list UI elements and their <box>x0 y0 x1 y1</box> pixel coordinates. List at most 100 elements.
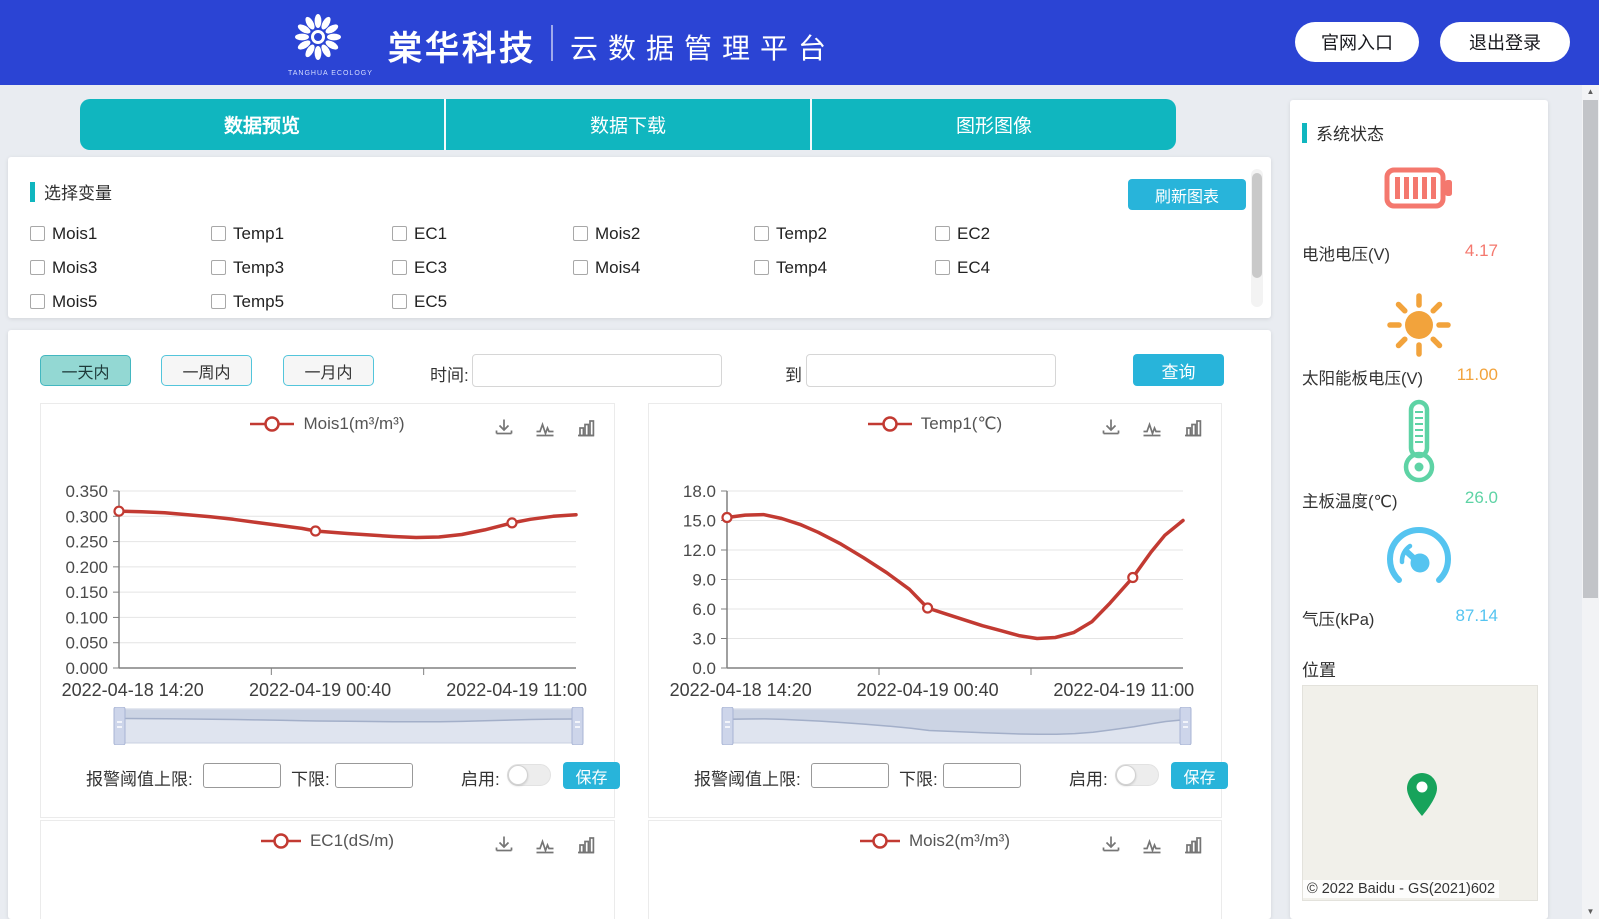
checkbox-icon[interactable] <box>392 294 407 309</box>
checkbox-icon[interactable] <box>935 226 950 241</box>
line-chart-mois1[interactable]: 0.0000.0500.1000.1500.2000.2500.3000.350… <box>41 444 616 719</box>
svg-text:6.0: 6.0 <box>692 600 716 619</box>
variable-checkbox-temp4[interactable]: Temp4 <box>754 257 935 278</box>
range-one-day-button[interactable]: 一天内 <box>40 355 131 386</box>
checkbox-icon[interactable] <box>392 260 407 275</box>
variable-checkbox-ec5[interactable]: EC5 <box>392 291 573 312</box>
query-button[interactable]: 查询 <box>1133 354 1224 386</box>
svg-text:2022-04-18 14:20: 2022-04-18 14:20 <box>670 680 812 700</box>
solar-voltage-row: 太阳能板电压(V) 11.00 <box>1302 365 1536 389</box>
enable-label: 启用: <box>461 765 500 790</box>
checkbox-icon[interactable] <box>935 260 950 275</box>
time-from-input[interactable] <box>472 354 722 387</box>
download-icon[interactable] <box>492 833 516 857</box>
time-to-input[interactable] <box>806 354 1056 387</box>
checkbox-label: Temp5 <box>233 292 284 312</box>
variable-checkbox-ec1[interactable]: EC1 <box>392 223 573 244</box>
checkbox-icon[interactable] <box>754 226 769 241</box>
variable-checkbox-mois1[interactable]: Mois1 <box>30 223 211 244</box>
bar-chart-icon[interactable] <box>574 416 598 440</box>
variable-checkbox-temp3[interactable]: Temp3 <box>211 257 392 278</box>
svg-text:2022-04-19 00:40: 2022-04-19 00:40 <box>857 680 999 700</box>
checkbox-label: Mois1 <box>52 224 97 244</box>
variables-scrollbar[interactable] <box>1251 169 1263 307</box>
download-icon[interactable] <box>492 416 516 440</box>
datazoom-slider[interactable] <box>721 707 1192 750</box>
chart-title: Mois2(m³/m³) <box>909 831 1010 851</box>
scroll-down-arrow[interactable]: ▼ <box>1582 905 1599 919</box>
variable-checkbox-ec4[interactable]: EC4 <box>935 257 1116 278</box>
tab-data-download[interactable]: 数据下载 <box>444 99 810 150</box>
app: TANGHUA ECOLOGY 棠华科技 云数据管理平台 官网入口 退出登录 数… <box>0 0 1599 919</box>
bar-chart-icon[interactable] <box>1181 416 1205 440</box>
variable-checkbox-mois5[interactable]: Mois5 <box>30 291 211 312</box>
map-attribution: © 2022 Baidu - GS(2021)602 <box>1303 880 1499 898</box>
line-chart-icon[interactable] <box>533 416 557 440</box>
variable-checkbox-ec2[interactable]: EC2 <box>935 223 1116 244</box>
variable-checkbox-mois3[interactable]: Mois3 <box>30 257 211 278</box>
location-title: 位置 <box>1302 656 1336 681</box>
line-chart-temp1[interactable]: 0.03.06.09.012.015.018.02022-04-18 14:20… <box>649 444 1223 719</box>
save-threshold-button[interactable]: 保存 <box>1171 762 1228 789</box>
variable-checkbox-ec3[interactable]: EC3 <box>392 257 573 278</box>
download-icon[interactable] <box>1099 833 1123 857</box>
variable-checkbox-temp2[interactable]: Temp2 <box>754 223 935 244</box>
bar-chart-icon[interactable] <box>1181 833 1205 857</box>
range-one-week-button[interactable]: 一周内 <box>161 355 252 386</box>
checkbox-icon[interactable] <box>392 226 407 241</box>
upper-threshold-input[interactable] <box>203 763 281 788</box>
checkbox-label: Temp2 <box>776 224 827 244</box>
line-chart-icon[interactable] <box>533 833 557 857</box>
lower-threshold-input[interactable] <box>335 763 413 788</box>
checkbox-icon[interactable] <box>30 260 45 275</box>
datazoom-slider[interactable] <box>113 707 584 750</box>
scroll-up-arrow[interactable]: ▲ <box>1582 85 1599 99</box>
checkbox-label: EC5 <box>414 292 447 312</box>
sun-icon <box>1290 288 1548 362</box>
metric-value: 26.0 <box>1465 488 1498 512</box>
location-map[interactable]: © 2022 Baidu - GS(2021)602 <box>1302 685 1538 901</box>
lower-threshold-input[interactable] <box>943 763 1021 788</box>
download-icon[interactable] <box>1099 416 1123 440</box>
brand-caption: TANGHUA ECOLOGY <box>288 70 348 77</box>
toggle-knob[interactable] <box>508 765 528 785</box>
page-scrollbar-thumb[interactable] <box>1583 100 1598 598</box>
svg-text:0.150: 0.150 <box>65 583 108 602</box>
svg-text:0.000: 0.000 <box>65 659 108 678</box>
tab-data-preview[interactable]: 数据预览 <box>80 99 444 150</box>
range-one-month-button[interactable]: 一月内 <box>283 355 374 386</box>
checkbox-icon[interactable] <box>211 260 226 275</box>
refresh-charts-button[interactable]: 刷新图表 <box>1128 179 1246 210</box>
page-scrollbar[interactable]: ▲ ▼ <box>1582 85 1599 919</box>
variables-panel: 选择变量 刷新图表 Mois1Temp1EC1Mois2Temp2EC2Mois… <box>8 157 1271 318</box>
checkbox-icon[interactable] <box>30 294 45 309</box>
lower-threshold-label: 下限: <box>291 765 330 790</box>
variables-scrollbar-thumb[interactable] <box>1252 173 1262 278</box>
variable-checkbox-mois2[interactable]: Mois2 <box>573 223 754 244</box>
checkbox-icon[interactable] <box>573 226 588 241</box>
chart-title: EC1(dS/m) <box>310 831 394 851</box>
toggle-knob[interactable] <box>1116 765 1136 785</box>
logout-button[interactable]: 退出登录 <box>1440 22 1570 62</box>
checkbox-icon[interactable] <box>573 260 588 275</box>
checkbox-icon[interactable] <box>211 294 226 309</box>
checkbox-icon[interactable] <box>30 226 45 241</box>
checkbox-icon[interactable] <box>754 260 769 275</box>
line-chart-icon[interactable] <box>1140 416 1164 440</box>
bar-chart-icon[interactable] <box>574 833 598 857</box>
official-site-button[interactable]: 官网入口 <box>1295 22 1419 62</box>
variable-checkbox-temp5[interactable]: Temp5 <box>211 291 392 312</box>
accent-bar <box>1302 123 1307 143</box>
metric-label: 电池电压(V) <box>1302 241 1390 265</box>
upper-threshold-input[interactable] <box>811 763 889 788</box>
variable-checkbox-temp1[interactable]: Temp1 <box>211 223 392 244</box>
svg-text:18.0: 18.0 <box>683 482 716 501</box>
save-threshold-button[interactable]: 保存 <box>563 762 620 789</box>
enable-toggle[interactable] <box>1115 764 1159 786</box>
checkbox-icon[interactable] <box>211 226 226 241</box>
line-chart-icon[interactable] <box>1140 833 1164 857</box>
enable-toggle[interactable] <box>507 764 551 786</box>
variable-checkbox-mois4[interactable]: Mois4 <box>573 257 754 278</box>
accent-bar <box>30 182 35 202</box>
tab-graphics[interactable]: 图形图像 <box>810 99 1176 150</box>
